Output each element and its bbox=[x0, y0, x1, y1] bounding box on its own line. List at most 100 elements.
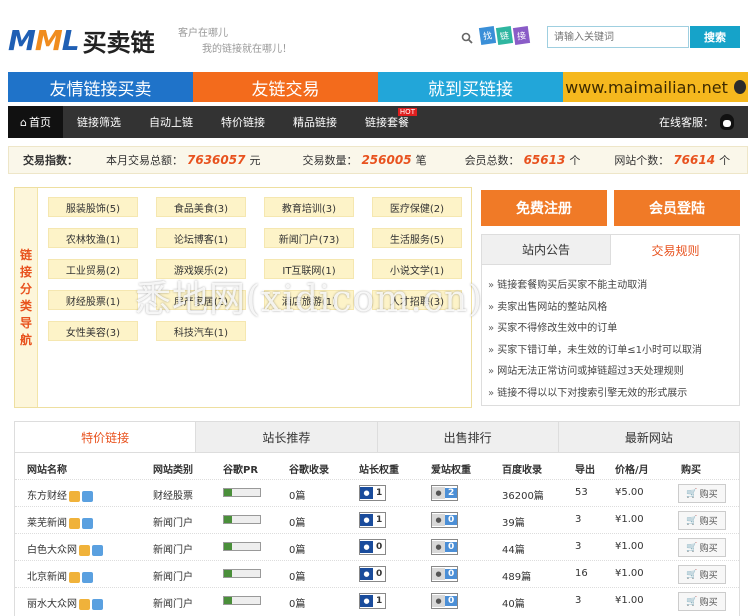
category-tag[interactable]: 工业贸易(2) bbox=[48, 259, 138, 279]
rule-item[interactable]: 买家下错订单，未生效的订单≤1小时可以取消 bbox=[488, 340, 735, 362]
price: ¥5.00 bbox=[615, 487, 644, 498]
banner-item[interactable]: 友情链接买卖 bbox=[8, 72, 193, 102]
col-header: 谷歌收录 bbox=[289, 465, 329, 476]
buy-label: 购买 bbox=[699, 598, 718, 608]
az-weight: ● 0 bbox=[431, 512, 459, 528]
site-name[interactable]: 莱芜新闻 bbox=[27, 514, 93, 529]
site-name[interactable]: 北京新闻 bbox=[27, 568, 93, 583]
register-button[interactable]: 免费注册 bbox=[481, 190, 607, 226]
buy-label: 购买 bbox=[699, 544, 718, 554]
nav-item-special[interactable]: 特价链接 bbox=[207, 106, 279, 138]
buy-button[interactable]: 🛒 购买 bbox=[678, 484, 726, 503]
google-index: 0篇 bbox=[289, 599, 306, 610]
rule-item[interactable]: 网站无法正常访问或掉链超过3天处理规则 bbox=[488, 361, 735, 383]
badge-icon bbox=[82, 517, 93, 529]
online-service[interactable]: 在线客服： bbox=[659, 114, 748, 130]
buy-label: 购买 bbox=[699, 490, 718, 500]
col-header: 谷歌PR bbox=[223, 465, 259, 476]
buy-button[interactable]: 🛒 购买 bbox=[678, 511, 726, 530]
cart-icon: 🛒 bbox=[686, 596, 698, 607]
tab-recommended[interactable]: 站长推荐 bbox=[195, 422, 377, 452]
category-tag[interactable]: 医疗保健(2) bbox=[372, 197, 462, 217]
tab-special-links[interactable]: 特价链接 bbox=[15, 422, 196, 452]
rule-item[interactable]: 链接套餐购买后买家不能主动取消 bbox=[488, 275, 735, 297]
buy-button[interactable]: 🛒 购买 bbox=[678, 538, 726, 557]
nav-item-filter[interactable]: 链接筛选 bbox=[63, 106, 135, 138]
nav-label: 链接套餐 bbox=[364, 116, 409, 129]
zz-weight-value: 0 bbox=[376, 542, 383, 552]
search-input[interactable] bbox=[547, 26, 689, 48]
category-tag[interactable]: 教育培训(3) bbox=[264, 197, 354, 217]
table-row: 莱芜新闻 新闻门户 0篇 ● 1 ● 0 39篇 3 ¥1.00 🛒 购买 bbox=[15, 506, 739, 533]
paw-icon: ● bbox=[360, 514, 373, 526]
az-icon: ● bbox=[432, 514, 445, 526]
rule-item[interactable]: 买家不得修改生效中的订单 bbox=[488, 318, 735, 340]
table-header: 网站名称 网站类别 谷歌PR 谷歌收录 站长权重 爱站权重 百度收录 导出 价格… bbox=[15, 453, 739, 479]
paw-icon: ● bbox=[360, 568, 373, 580]
banner-item[interactable]: 就到买链接 bbox=[378, 72, 563, 102]
pr-bar bbox=[223, 515, 261, 524]
stat-unit: 笔 bbox=[415, 154, 427, 167]
category-tag[interactable]: 女性美容(3) bbox=[48, 321, 138, 341]
stat-members: 会员总数： 65613 个 bbox=[465, 152, 581, 168]
nav-item-package[interactable]: 链接套餐 HOT bbox=[351, 106, 423, 138]
buy-button[interactable]: 🛒 购买 bbox=[678, 565, 726, 584]
category-tag[interactable]: 财经股票(1) bbox=[48, 290, 138, 310]
baidu-index: 489篇 bbox=[502, 572, 532, 583]
category-tag[interactable]: 新闻门户(73) bbox=[264, 228, 354, 248]
nav-label: 特价链接 bbox=[220, 116, 265, 129]
stats-bar: 交易指数： 本月交易总额： 7636057 元 交易数量： 256005 笔 会员总数：… bbox=[8, 146, 748, 174]
stat-value: 65613 bbox=[523, 153, 566, 167]
site-category: 新闻门户 bbox=[153, 599, 193, 610]
badge-icon bbox=[79, 544, 90, 556]
side-char: 链 bbox=[19, 247, 32, 262]
az-weight: ● 0 bbox=[431, 566, 459, 582]
nav-item-premium[interactable]: 精品链接 bbox=[279, 106, 351, 138]
login-button[interactable]: 会员登陆 bbox=[614, 190, 740, 226]
category-tag[interactable]: 论坛博客(1) bbox=[156, 228, 246, 248]
buy-button[interactable]: 🛒 购买 bbox=[678, 592, 726, 611]
price: ¥1.00 bbox=[615, 595, 644, 606]
table-row: 丽水大众网 新闻门户 0篇 ● 1 ● 0 40篇 3 ¥1.00 🛒 购买 bbox=[15, 587, 739, 614]
category-tag[interactable]: 食品美食(3) bbox=[156, 197, 246, 217]
pr-bar bbox=[223, 488, 261, 497]
tab-sales-ranking[interactable]: 出售排行 bbox=[376, 422, 558, 452]
side-char: 接 bbox=[19, 264, 32, 279]
tab-announcements[interactable]: 站内公告 bbox=[482, 235, 611, 265]
banner-item[interactable]: 友链交易 bbox=[193, 72, 378, 102]
site-name[interactable]: 白色大众网 bbox=[27, 541, 103, 556]
category-tag[interactable]: 科技汽车(1) bbox=[156, 321, 246, 341]
site-logo[interactable]: MML 买卖链 bbox=[8, 22, 155, 58]
notice-panel: 站内公告 交易规则 链接套餐购买后买家不能主动取消 卖家出售网站的整站风格 买家… bbox=[481, 234, 740, 406]
banner-item-url[interactable]: www.maimailian.net bbox=[563, 72, 748, 102]
nav-item-auto[interactable]: 自动上链 bbox=[135, 106, 207, 138]
col-header: 网站名称 bbox=[27, 465, 67, 476]
tab-trade-rules[interactable]: 交易规则 bbox=[611, 235, 740, 265]
baidu-index: 39篇 bbox=[502, 518, 525, 529]
rule-item[interactable]: 链接不得以以下对搜索引擎无效的形式展示 bbox=[488, 383, 735, 405]
site-name[interactable]: 东方财经 bbox=[27, 487, 93, 502]
stat-sites: 网站个数： 76614 个 bbox=[614, 152, 730, 168]
google-index: 0篇 bbox=[289, 518, 306, 529]
az-weight-value: 0 bbox=[445, 596, 458, 606]
category-tag[interactable]: 生活服务(5) bbox=[372, 228, 462, 248]
nav-item-home[interactable]: ⌂ 首页 bbox=[8, 106, 63, 138]
search-button[interactable]: 搜索 bbox=[690, 26, 740, 48]
paw-icon: ● bbox=[360, 595, 373, 607]
category-tag[interactable]: 服装股饰(5) bbox=[48, 197, 138, 217]
qq-icon[interactable] bbox=[720, 114, 734, 130]
promo-banner[interactable]: 友情链接买卖 友链交易 就到买链接 www.maimailian.net bbox=[8, 72, 748, 102]
site-category: 新闻门户 bbox=[153, 545, 193, 556]
tab-newest-sites[interactable]: 最新网站 bbox=[557, 422, 739, 452]
category-tag[interactable]: 农林牧渔(1) bbox=[48, 228, 138, 248]
outbound-links: 3 bbox=[575, 514, 582, 525]
google-index: 0篇 bbox=[289, 545, 306, 556]
stat-label: 交易数量： bbox=[302, 154, 358, 167]
site-category: 新闻门户 bbox=[153, 572, 193, 583]
col-header: 爱站权重 bbox=[431, 465, 471, 476]
stat-value: 256005 bbox=[361, 153, 412, 167]
rule-item[interactable]: 卖家出售网站的整站风格 bbox=[488, 297, 735, 319]
outbound-links: 3 bbox=[575, 541, 582, 552]
side-char: 航 bbox=[19, 332, 32, 347]
site-name[interactable]: 丽水大众网 bbox=[27, 595, 103, 610]
